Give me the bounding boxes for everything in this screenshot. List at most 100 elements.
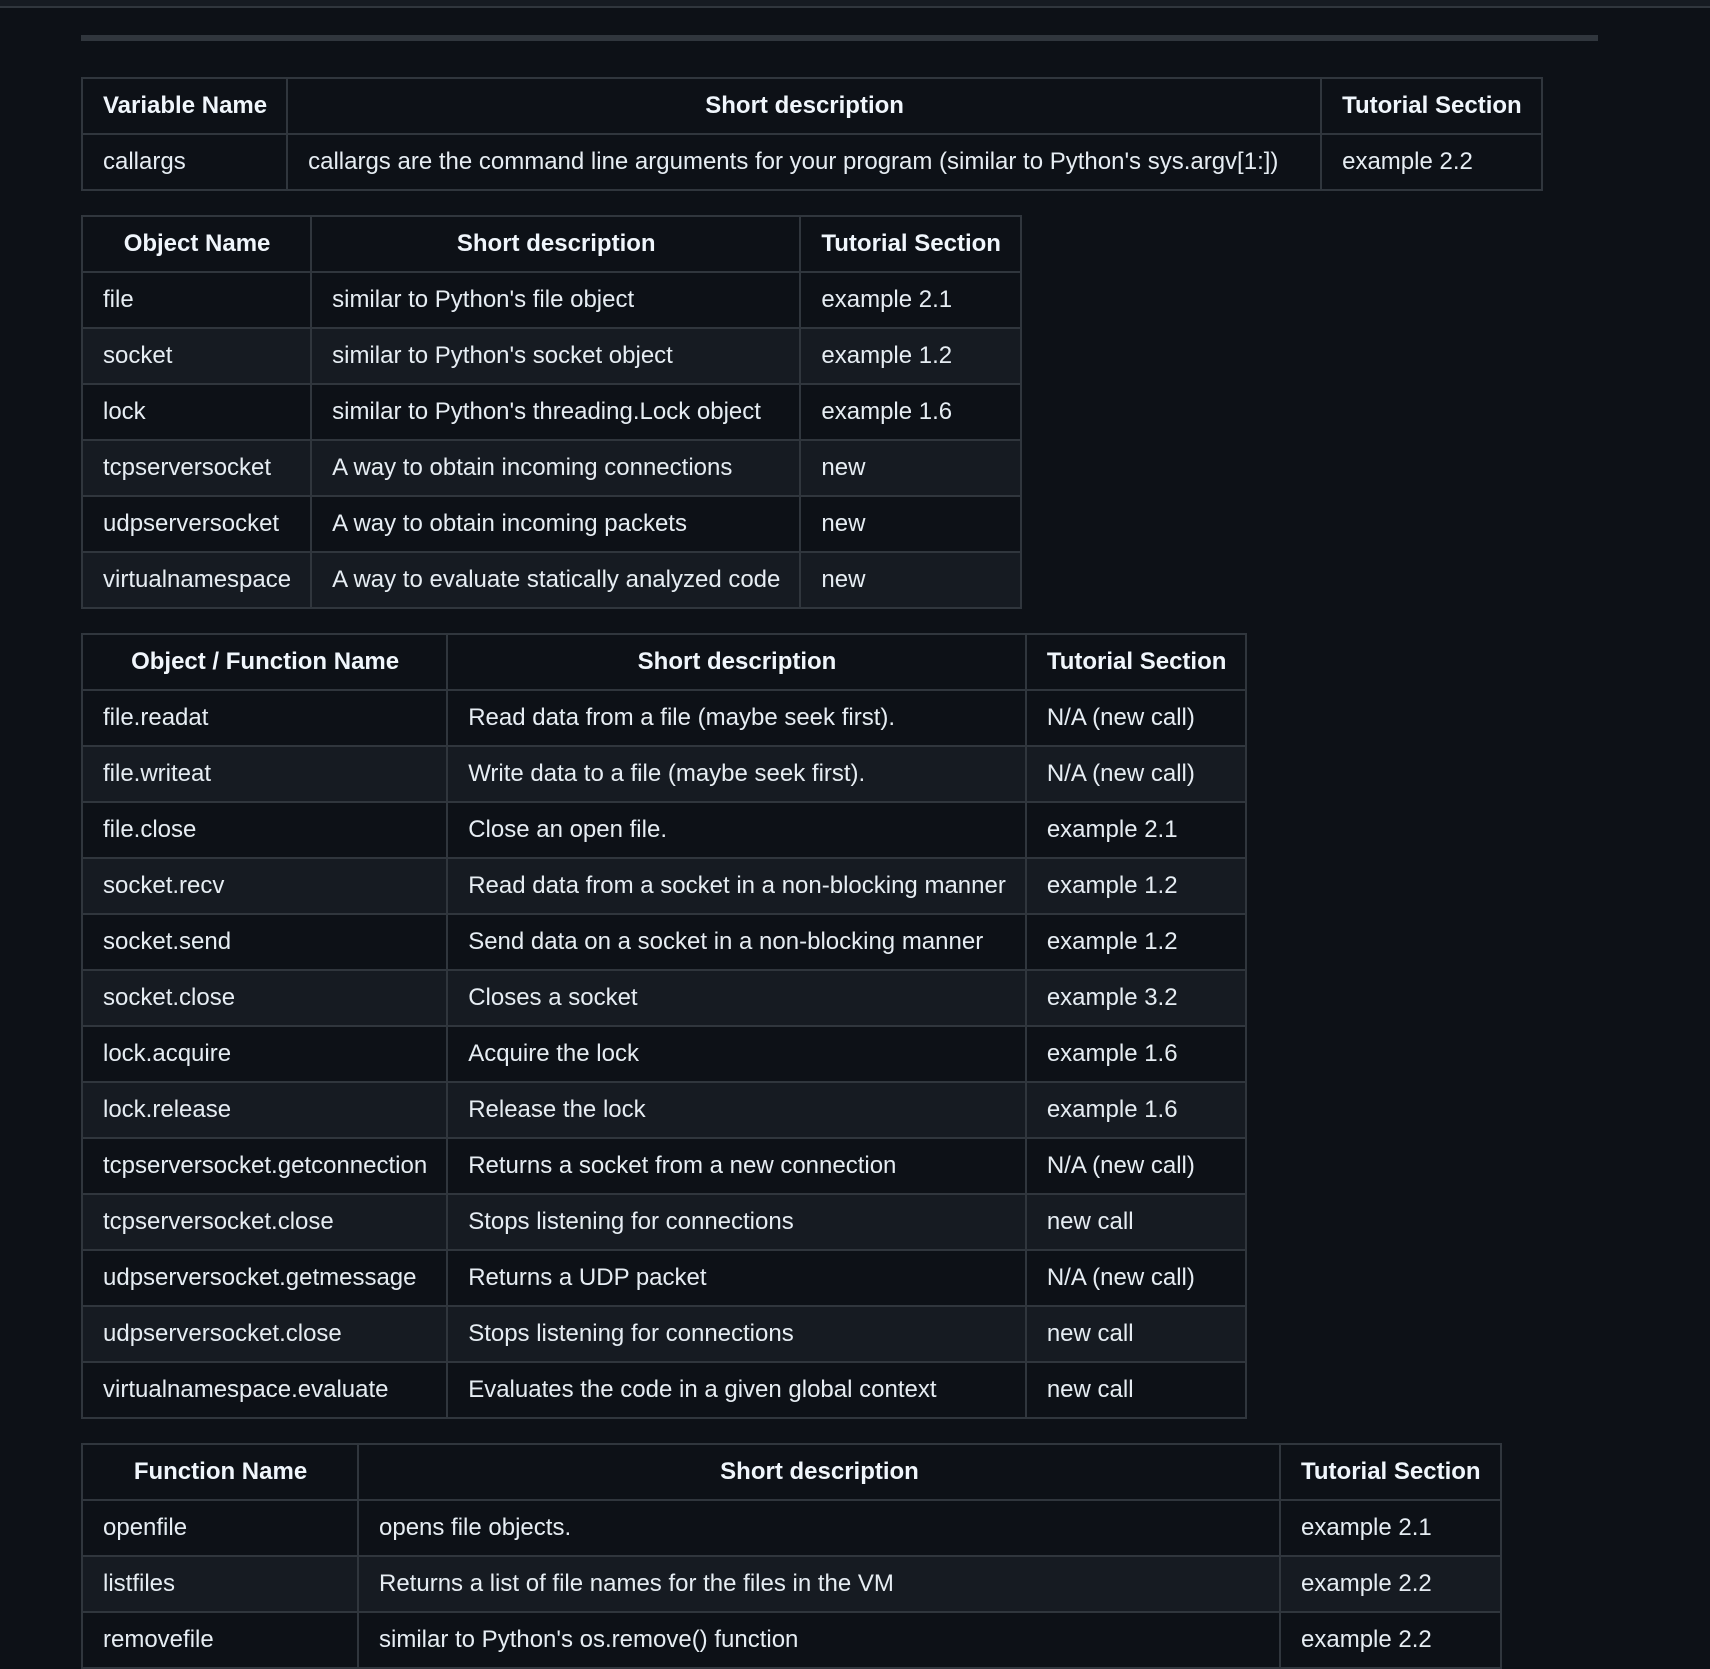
- table-row: file.close Close an open file. example 2.1: [80, 801, 1248, 859]
- cell-description: A way to evaluate statically analyzed co…: [310, 551, 802, 609]
- cell-name: removefile: [81, 1611, 359, 1669]
- objects-table: Object Name Short description Tutorial Sec…: [80, 215, 1022, 609]
- cell-tutorial-section: example 1.6: [1024, 1081, 1248, 1139]
- cell-tutorial-section: new call: [1024, 1361, 1248, 1419]
- table-row: virtualnamespace.evaluate Evaluates the c…: [80, 1361, 1248, 1419]
- cell-name: virtualnamespace: [80, 551, 313, 609]
- cell-description: similar to Python's file object: [310, 271, 802, 329]
- cell-tutorial-section: N/A (new call): [1024, 745, 1248, 803]
- cell-tutorial-section: example 1.6: [1024, 1025, 1248, 1083]
- table-row: openfile opens file objects. example 2.1: [81, 1499, 1502, 1557]
- column-header-tutorial-section: Tutorial Section: [799, 215, 1022, 273]
- table-row: lock similar to Python's threading.Lock o…: [80, 383, 1022, 441]
- cell-description: similar to Python's socket object: [310, 327, 802, 385]
- cell-name: tcpserversocket.getconnection: [80, 1137, 449, 1195]
- cell-tutorial-section: new call: [1024, 1193, 1248, 1251]
- cell-tutorial-section: example 3.2: [1024, 969, 1248, 1027]
- table-row: callargs callargs are the command line ar…: [80, 133, 1543, 191]
- table-row: udpserversocket.close Stops listening for…: [80, 1305, 1248, 1363]
- cell-name: listfiles: [81, 1555, 359, 1613]
- table-row: lock.acquire Acquire the lock example 1.6: [80, 1025, 1248, 1083]
- cell-tutorial-section: example 2.2: [1320, 133, 1543, 191]
- column-header-description: Short description: [357, 1443, 1281, 1501]
- cell-tutorial-section: new: [799, 495, 1022, 553]
- cell-name: socket.send: [80, 913, 449, 971]
- column-header-tutorial-section: Tutorial Section: [1320, 77, 1543, 135]
- cell-name: tcpserversocket: [80, 439, 313, 497]
- table-row: udpserversocket A way to obtain incoming …: [80, 495, 1022, 553]
- cell-description: Stops listening for connections: [446, 1305, 1027, 1363]
- cell-name: lock.release: [80, 1081, 449, 1139]
- cell-name: lock.acquire: [80, 1025, 449, 1083]
- cell-name: file: [80, 271, 313, 329]
- column-header-name: Variable Name: [80, 77, 289, 135]
- cell-description: Returns a UDP packet: [446, 1249, 1027, 1307]
- cell-description: similar to Python's threading.Lock objec…: [310, 383, 802, 441]
- variables-table: Variable Name Short description Tutorial S…: [80, 77, 1543, 191]
- cell-description: opens file objects.: [357, 1499, 1281, 1557]
- cell-tutorial-section: new call: [1024, 1305, 1248, 1363]
- table-row: listfiles Returns a list of file names fo…: [81, 1555, 1502, 1613]
- cell-description: similar to Python's os.remove() function: [357, 1611, 1281, 1669]
- table-row: tcpserversocket A way to obtain incoming …: [80, 439, 1022, 497]
- column-header-tutorial-section: Tutorial Section: [1279, 1443, 1502, 1501]
- table-row: lock.release Release the lock example 1.6: [80, 1081, 1248, 1139]
- cell-tutorial-section: example 2.1: [799, 271, 1022, 329]
- cell-tutorial-section: new: [799, 439, 1022, 497]
- cell-tutorial-section: example 1.2: [1024, 857, 1248, 915]
- cell-name: udpserversocket.getmessage: [80, 1249, 449, 1307]
- cell-name: file.writeat: [80, 745, 449, 803]
- cell-name: lock: [80, 383, 313, 441]
- table-row: socket.recv Read data from a socket in a …: [80, 857, 1248, 915]
- top-bar: [0, 0, 1710, 8]
- cell-name: file.readat: [80, 689, 449, 747]
- cell-tutorial-section: example 2.2: [1279, 1555, 1502, 1613]
- cell-description: Evaluates the code in a given global con…: [446, 1361, 1027, 1419]
- table-row: file similar to Python's file object examp…: [80, 271, 1022, 329]
- cell-name: udpserversocket.close: [80, 1305, 449, 1363]
- cell-tutorial-section: N/A (new call): [1024, 689, 1248, 747]
- cell-description: Closes a socket: [446, 969, 1027, 1027]
- horizontal-rule: [81, 35, 1598, 41]
- column-header-name: Object Name: [80, 215, 313, 273]
- cell-description: Release the lock: [446, 1081, 1027, 1139]
- table-row: socket similar to Python's socket object e…: [80, 327, 1022, 385]
- table-row: socket.send Send data on a socket in a no…: [80, 913, 1248, 971]
- table-row: udpserversocket.getmessage Returns a UDP …: [80, 1249, 1248, 1307]
- column-header-name: Object / Function Name: [80, 633, 449, 691]
- cell-description: Send data on a socket in a non-blocking …: [446, 913, 1027, 971]
- cell-name: openfile: [81, 1499, 359, 1557]
- cell-description: Stops listening for connections: [446, 1193, 1027, 1251]
- cell-name: socket.recv: [80, 857, 449, 915]
- column-header-tutorial-section: Tutorial Section: [1024, 633, 1248, 691]
- table-row: socket.close Closes a socket example 3.2: [80, 969, 1248, 1027]
- cell-tutorial-section: example 1.2: [799, 327, 1022, 385]
- table-row: removefile similar to Python's os.remove(…: [81, 1611, 1502, 1669]
- table-row: file.writeat Write data to a file (maybe …: [80, 745, 1248, 803]
- table-row: tcpserversocket.close Stops listening for…: [80, 1193, 1248, 1251]
- cell-description: A way to obtain incoming packets: [310, 495, 802, 553]
- table-header-row: Function Name Short description Tutorial S…: [81, 1443, 1502, 1501]
- cell-name: file.close: [80, 801, 449, 859]
- cell-tutorial-section: example 1.6: [799, 383, 1022, 441]
- column-header-description: Short description: [286, 77, 1323, 135]
- cell-name: tcpserversocket.close: [80, 1193, 449, 1251]
- table-header-row: Object / Function Name Short description T…: [80, 633, 1248, 691]
- cell-description: Read data from a socket in a non-blockin…: [446, 857, 1027, 915]
- cell-tutorial-section: example 2.1: [1279, 1499, 1502, 1557]
- cell-description: Write data to a file (maybe seek first).: [446, 745, 1027, 803]
- cell-name: socket: [80, 327, 313, 385]
- table-row: virtualnamespace A way to evaluate static…: [80, 551, 1022, 609]
- table-header-row: Variable Name Short description Tutorial S…: [80, 77, 1543, 135]
- table-row: tcpserversocket.getconnection Returns a s…: [80, 1137, 1248, 1195]
- cell-description: callargs are the command line arguments …: [286, 133, 1323, 191]
- cell-description: A way to obtain incoming connections: [310, 439, 802, 497]
- cell-name: callargs: [80, 133, 289, 191]
- cell-description: Close an open file.: [446, 801, 1027, 859]
- column-header-description: Short description: [310, 215, 802, 273]
- cell-tutorial-section: example 2.1: [1024, 801, 1248, 859]
- cell-name: virtualnamespace.evaluate: [80, 1361, 449, 1419]
- column-header-name: Function Name: [81, 1443, 359, 1501]
- object-functions-table: Object / Function Name Short description T…: [80, 633, 1248, 1419]
- cell-tutorial-section: example 2.2: [1279, 1611, 1502, 1669]
